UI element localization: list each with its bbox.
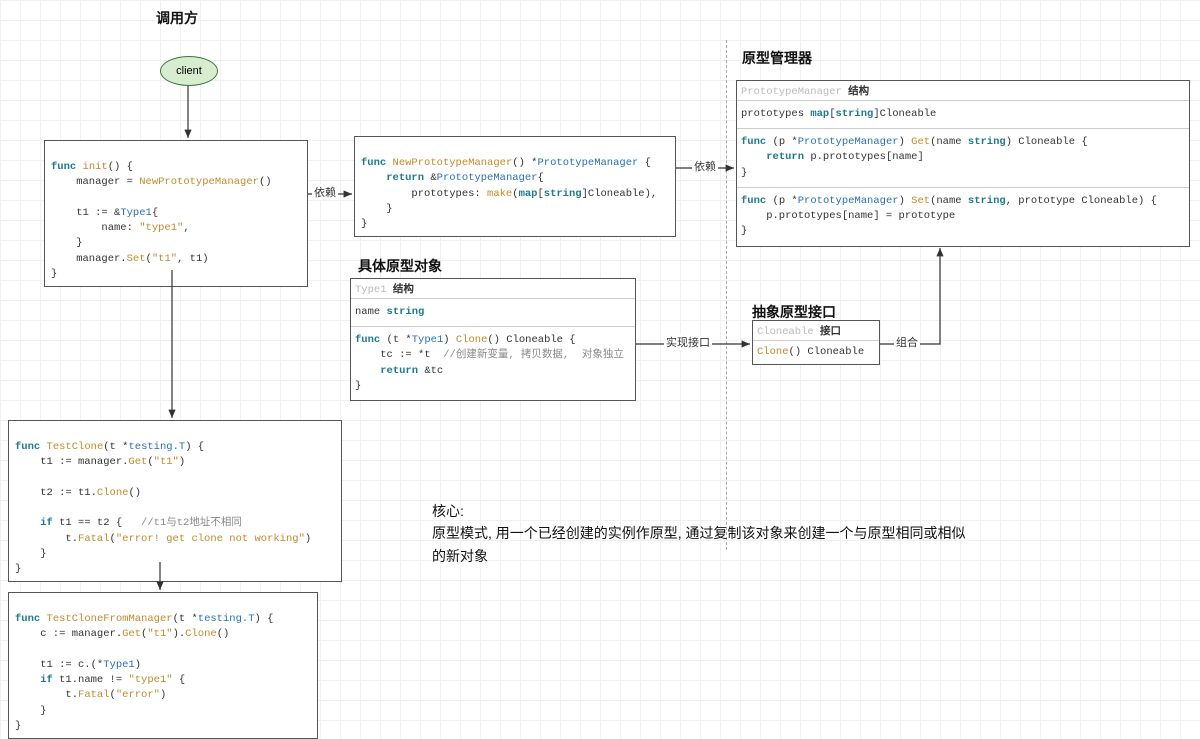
edge-compose: 组合 xyxy=(894,334,920,350)
edge-impl: 实现接口 xyxy=(664,334,712,350)
code-testclone: func TestClone(t *testing.T) { t1 := man… xyxy=(8,420,342,582)
type1-field: name string xyxy=(351,298,635,326)
type1-head: Type1 Type1 结构结构 xyxy=(351,279,635,298)
manager-head: PrototypeManager 结构 xyxy=(737,81,1189,100)
code-cloneable: Cloneable 接口 Clone() Cloneable xyxy=(752,320,880,365)
node-client-label: client xyxy=(176,65,202,77)
code-type1: Type1 Type1 结构结构 name string func (t *Ty… xyxy=(350,278,636,401)
title-caller: 调用方 xyxy=(156,8,198,28)
edge-dep2: 依赖 xyxy=(692,158,718,174)
cloneable-method: Clone() Cloneable xyxy=(753,340,879,364)
title-concrete: 具体原型对象 xyxy=(358,256,442,276)
title-abstract: 抽象原型接口 xyxy=(752,302,836,322)
code-testclonemgr: func TestCloneFromManager(t *testing.T) … xyxy=(8,592,318,739)
manager-get: func (p *PrototypeManager) Get(name stri… xyxy=(737,128,1189,187)
code-manager: PrototypeManager 结构 prototypes map[strin… xyxy=(736,80,1190,247)
cloneable-head: Cloneable 接口 xyxy=(753,321,879,340)
manager-field: prototypes map[string]Cloneable xyxy=(737,100,1189,128)
title-manager: 原型管理器 xyxy=(742,48,812,68)
summary-line1: 核心: xyxy=(432,500,972,522)
code-init: func init() { manager = NewPrototypeMana… xyxy=(44,140,308,287)
separator xyxy=(726,40,727,550)
summary-block: 核心: 原型模式, 用一个已经创建的实例作原型, 通过复制该对象来创建一个与原型… xyxy=(432,500,972,567)
manager-set: func (p *PrototypeManager) Set(name stri… xyxy=(737,187,1189,246)
code-newmgr: func NewPrototypeManager() *PrototypeMan… xyxy=(354,136,676,237)
node-client: client xyxy=(160,56,218,86)
edge-dep1: 依赖 xyxy=(312,184,338,200)
type1-clone: func (t *Type1) Clone() Cloneable { tc :… xyxy=(351,326,635,400)
summary-line2: 原型模式, 用一个已经创建的实例作原型, 通过复制该对象来创建一个与原型相同或相… xyxy=(432,522,972,567)
